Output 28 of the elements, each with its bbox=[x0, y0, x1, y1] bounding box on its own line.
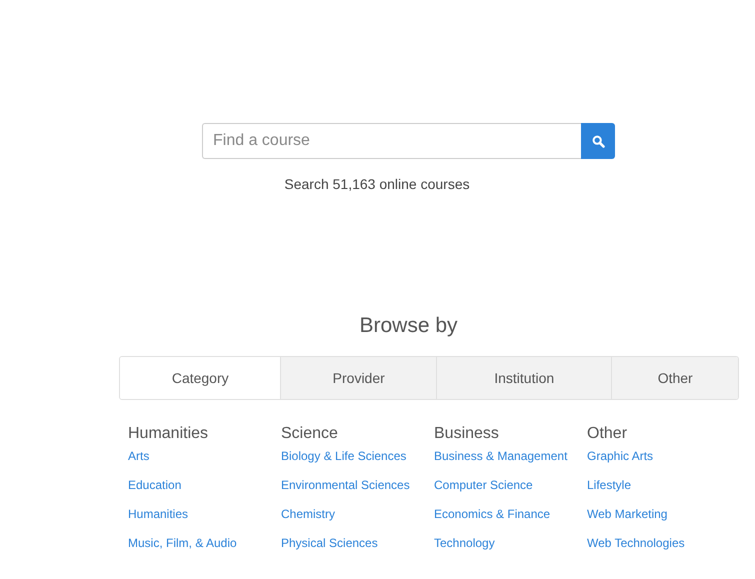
category-link[interactable]: Lifestyle bbox=[587, 478, 632, 493]
category-heading: Other bbox=[587, 425, 628, 443]
category-heading: Business bbox=[434, 425, 499, 443]
category-link[interactable]: Web Technologies bbox=[587, 536, 685, 551]
category-link[interactable]: Physical Sciences bbox=[281, 536, 378, 551]
category-link[interactable]: Technology bbox=[434, 536, 495, 551]
category-link[interactable]: Environmental Sciences bbox=[281, 478, 410, 493]
tab[interactable]: Institution bbox=[436, 357, 612, 399]
category-link[interactable]: Web Marketing bbox=[587, 507, 668, 522]
search-caption: Search 51,163 online courses bbox=[284, 176, 470, 192]
category-heading: Science bbox=[281, 425, 338, 443]
search-button[interactable] bbox=[581, 123, 615, 159]
category-link[interactable]: Business & Management bbox=[434, 449, 568, 464]
category-heading: Humanities bbox=[128, 425, 208, 443]
category-link[interactable]: Music, Film, & Audio bbox=[128, 536, 237, 551]
category-link[interactable]: Economics & Finance bbox=[434, 507, 550, 522]
search-field[interactable]: Find a course bbox=[202, 123, 581, 159]
category-link[interactable]: Computer Science bbox=[434, 478, 533, 493]
category-link[interactable]: Biology & Life Sciences bbox=[281, 449, 406, 464]
category-link[interactable]: Education bbox=[128, 478, 182, 493]
category-link[interactable]: Graphic Arts bbox=[587, 449, 654, 464]
tab[interactable]: Other bbox=[611, 357, 738, 399]
section-title: Browse by bbox=[359, 314, 458, 338]
category-link[interactable]: Chemistry bbox=[281, 507, 336, 522]
search-icon bbox=[592, 134, 604, 148]
category-link[interactable]: Humanities bbox=[128, 507, 188, 522]
tab[interactable]: Provider bbox=[280, 357, 436, 399]
category-link[interactable]: Arts bbox=[128, 449, 150, 464]
